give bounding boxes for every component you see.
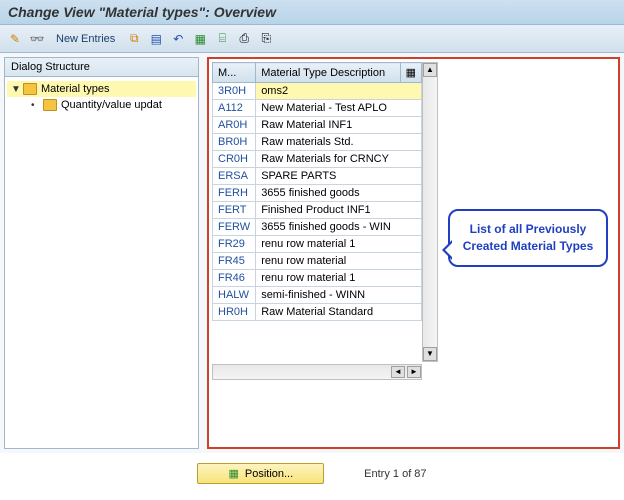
tree-bullet-icon: • bbox=[31, 100, 43, 111]
scroll-down-icon[interactable]: ▼ bbox=[423, 347, 437, 361]
table-area: M... Material Type Description ▦ 3R0Homs… bbox=[207, 57, 620, 449]
cell-desc[interactable]: semi-finished - WINN bbox=[256, 287, 422, 304]
table-row[interactable]: FERW3655 finished goods - WIN bbox=[213, 219, 422, 236]
cell-desc[interactable]: Raw Material INF1 bbox=[256, 117, 422, 134]
cell-code[interactable]: A112 bbox=[213, 100, 256, 117]
cell-code[interactable]: BR0H bbox=[213, 134, 256, 151]
cell-desc[interactable]: SPARE PARTS bbox=[256, 168, 422, 185]
window-title-text: Change View "Material types": Overview bbox=[8, 4, 276, 20]
cell-desc[interactable]: renu row material 1 bbox=[256, 270, 422, 287]
window-title: Change View "Material types": Overview bbox=[0, 0, 624, 25]
cell-desc[interactable]: New Material - Test APLO bbox=[256, 100, 422, 117]
horizontal-scrollbar[interactable]: ◄ ► bbox=[212, 364, 422, 380]
table-row[interactable]: FR45renu row material bbox=[213, 253, 422, 270]
cell-code[interactable]: HR0H bbox=[213, 304, 256, 321]
col-header-code[interactable]: M... bbox=[213, 63, 256, 83]
folder-icon bbox=[43, 99, 57, 111]
table-row[interactable]: 3R0Homs2 bbox=[213, 83, 422, 100]
material-types-table: M... Material Type Description ▦ 3R0Homs… bbox=[212, 62, 422, 321]
scroll-up-icon[interactable]: ▲ bbox=[423, 63, 437, 77]
table-row[interactable]: CR0HRaw Materials for CRNCY bbox=[213, 151, 422, 168]
cell-desc[interactable]: renu row material 1 bbox=[256, 236, 422, 253]
glasses-icon[interactable]: 👓 bbox=[28, 30, 46, 48]
cell-desc[interactable]: oms2 bbox=[256, 83, 422, 100]
toolbar: ✎ 👓 New Entries ⧉ ▤ ↶ ▦ ⌸ ⎙ ⎘ bbox=[0, 25, 624, 53]
expand-icon[interactable]: ✎ bbox=[6, 30, 24, 48]
table-row[interactable]: FERTFinished Product INF1 bbox=[213, 202, 422, 219]
cell-code[interactable]: FERH bbox=[213, 185, 256, 202]
callout-text: List of all Previously Created Material … bbox=[463, 222, 594, 253]
scroll-right-icon[interactable]: ► bbox=[407, 366, 421, 378]
table-row[interactable]: HR0HRaw Material Standard bbox=[213, 304, 422, 321]
undo-icon[interactable]: ↶ bbox=[169, 30, 187, 48]
table-row[interactable]: HALWsemi-finished - WINN bbox=[213, 287, 422, 304]
position-icon: ▦ bbox=[228, 467, 238, 480]
tree-item-label: Material types bbox=[41, 83, 109, 95]
dialog-structure-header: Dialog Structure bbox=[5, 58, 198, 77]
vertical-scrollbar[interactable]: ▲ ▼ bbox=[422, 62, 438, 362]
cell-desc[interactable]: 3655 finished goods bbox=[256, 185, 422, 202]
cell-desc[interactable]: Raw materials Std. bbox=[256, 134, 422, 151]
cell-code[interactable]: FR46 bbox=[213, 270, 256, 287]
col-header-desc[interactable]: Material Type Description bbox=[256, 63, 400, 83]
cell-desc[interactable]: Raw Materials for CRNCY bbox=[256, 151, 422, 168]
table-row[interactable]: FERH3655 finished goods bbox=[213, 185, 422, 202]
cell-code[interactable]: HALW bbox=[213, 287, 256, 304]
new-entries-button[interactable]: New Entries bbox=[50, 33, 121, 45]
table-row[interactable]: A112New Material - Test APLO bbox=[213, 100, 422, 117]
select-all-icon[interactable]: ⌸ bbox=[213, 30, 231, 48]
cell-code[interactable]: ERSA bbox=[213, 168, 256, 185]
copy-icon[interactable]: ⧉ bbox=[125, 30, 143, 48]
cell-code[interactable]: CR0H bbox=[213, 151, 256, 168]
cell-desc[interactable]: renu row material bbox=[256, 253, 422, 270]
cell-code[interactable]: FR29 bbox=[213, 236, 256, 253]
annotation-callout: List of all Previously Created Material … bbox=[448, 209, 608, 267]
cell-desc[interactable]: Raw Material Standard bbox=[256, 304, 422, 321]
cell-desc[interactable]: 3655 finished goods - WIN bbox=[256, 219, 422, 236]
table-settings-icon[interactable]: ▦ bbox=[191, 30, 209, 48]
table-row[interactable]: ERSASPARE PARTS bbox=[213, 168, 422, 185]
print-icon[interactable]: ⎘ bbox=[257, 30, 275, 48]
cell-code[interactable]: AR0H bbox=[213, 117, 256, 134]
tree-collapse-icon[interactable]: ▼ bbox=[11, 84, 23, 95]
deselect-icon[interactable]: ⎙ bbox=[235, 30, 253, 48]
position-label: Position... bbox=[245, 468, 293, 480]
tree-item-quantity-value[interactable]: • Quantity/value updat bbox=[27, 97, 196, 113]
entry-count: Entry 1 of 87 bbox=[364, 468, 426, 480]
tree-item-material-types[interactable]: ▼ Material types bbox=[7, 81, 196, 97]
dialog-structure-panel: Dialog Structure ▼ Material types • Quan… bbox=[4, 57, 199, 449]
folder-icon bbox=[23, 83, 37, 95]
position-button[interactable]: ▦ Position... bbox=[197, 463, 324, 484]
select-icon[interactable]: ▤ bbox=[147, 30, 165, 48]
cell-code[interactable]: FR45 bbox=[213, 253, 256, 270]
table-row[interactable]: FR46renu row material 1 bbox=[213, 270, 422, 287]
main-area: Dialog Structure ▼ Material types • Quan… bbox=[0, 53, 624, 453]
cell-desc[interactable]: Finished Product INF1 bbox=[256, 202, 422, 219]
tree-item-label: Quantity/value updat bbox=[61, 99, 162, 111]
table-row[interactable]: FR29renu row material 1 bbox=[213, 236, 422, 253]
tree: ▼ Material types • Quantity/value updat bbox=[5, 77, 198, 117]
scroll-left-icon[interactable]: ◄ bbox=[391, 366, 405, 378]
cell-code[interactable]: FERT bbox=[213, 202, 256, 219]
table-row[interactable]: BR0HRaw materials Std. bbox=[213, 134, 422, 151]
cell-code[interactable]: 3R0H bbox=[213, 83, 256, 100]
table-row[interactable]: AR0HRaw Material INF1 bbox=[213, 117, 422, 134]
footer: ▦ Position... Entry 1 of 87 bbox=[0, 457, 624, 490]
col-header-config-icon[interactable]: ▦ bbox=[400, 63, 421, 83]
cell-code[interactable]: FERW bbox=[213, 219, 256, 236]
